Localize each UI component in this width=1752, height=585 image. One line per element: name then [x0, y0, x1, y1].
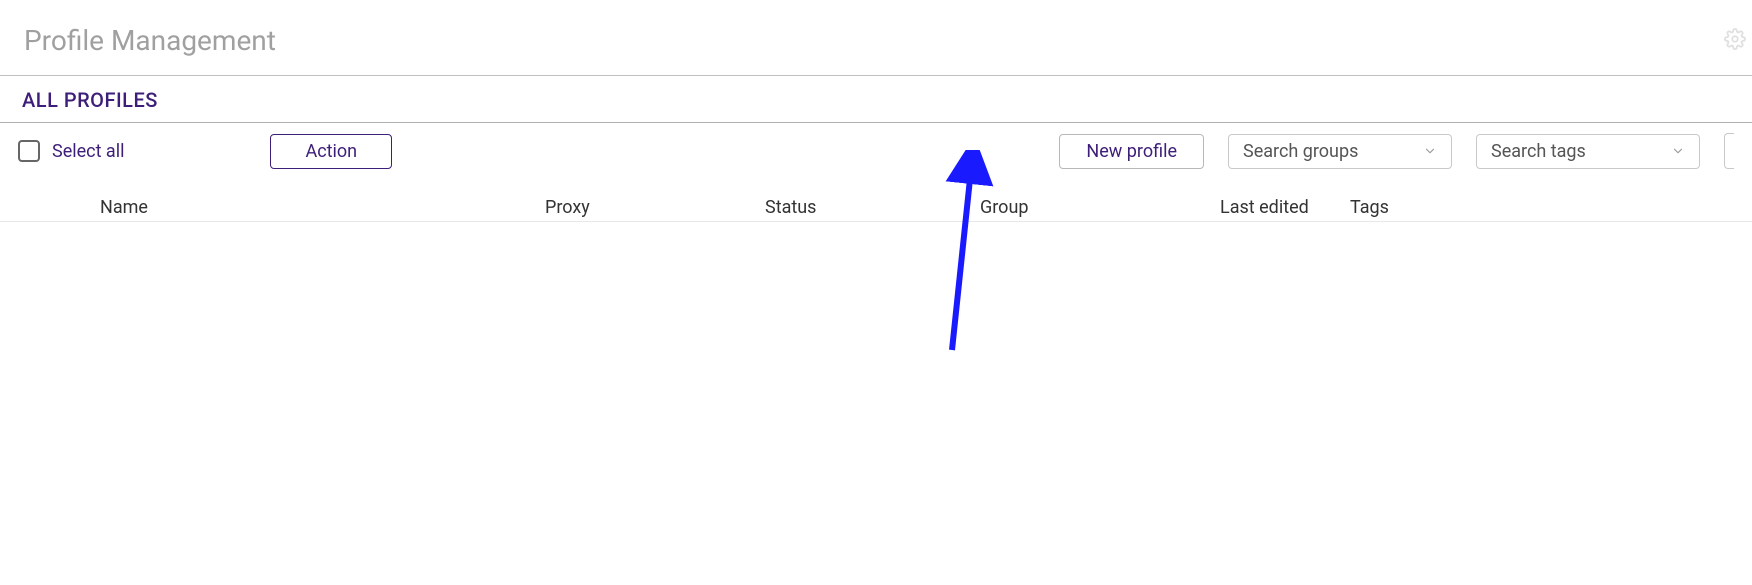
column-header-last-edited[interactable]: Last edited	[1220, 197, 1309, 218]
chevron-down-icon	[1671, 144, 1685, 158]
select-all-label: Select all	[52, 141, 124, 162]
search-groups-label: Search groups	[1243, 141, 1358, 162]
column-header-name[interactable]: Name	[100, 197, 148, 218]
settings-icon[interactable]	[1724, 28, 1746, 50]
search-groups-dropdown[interactable]: Search groups	[1228, 134, 1452, 169]
partial-control-edge[interactable]	[1724, 133, 1734, 169]
search-tags-label: Search tags	[1491, 141, 1586, 162]
column-header-tags[interactable]: Tags	[1350, 197, 1389, 218]
action-button[interactable]: Action	[270, 134, 392, 169]
toolbar: Select all Action New profile Search gro…	[0, 123, 1752, 179]
section-header: ALL PROFILES	[0, 76, 1752, 122]
column-header-group[interactable]: Group	[980, 197, 1028, 218]
column-header-proxy[interactable]: Proxy	[545, 197, 590, 218]
select-all-checkbox[interactable]	[18, 140, 40, 162]
select-all-checkbox-wrap[interactable]: Select all	[18, 140, 124, 162]
new-profile-button[interactable]: New profile	[1059, 134, 1204, 169]
search-tags-dropdown[interactable]: Search tags	[1476, 134, 1700, 169]
chevron-down-icon	[1423, 144, 1437, 158]
page-title: Profile Management	[0, 0, 1752, 75]
table-header-row: Name Proxy Status Group Last edited Tags	[0, 179, 1752, 222]
column-header-status[interactable]: Status	[765, 197, 816, 218]
